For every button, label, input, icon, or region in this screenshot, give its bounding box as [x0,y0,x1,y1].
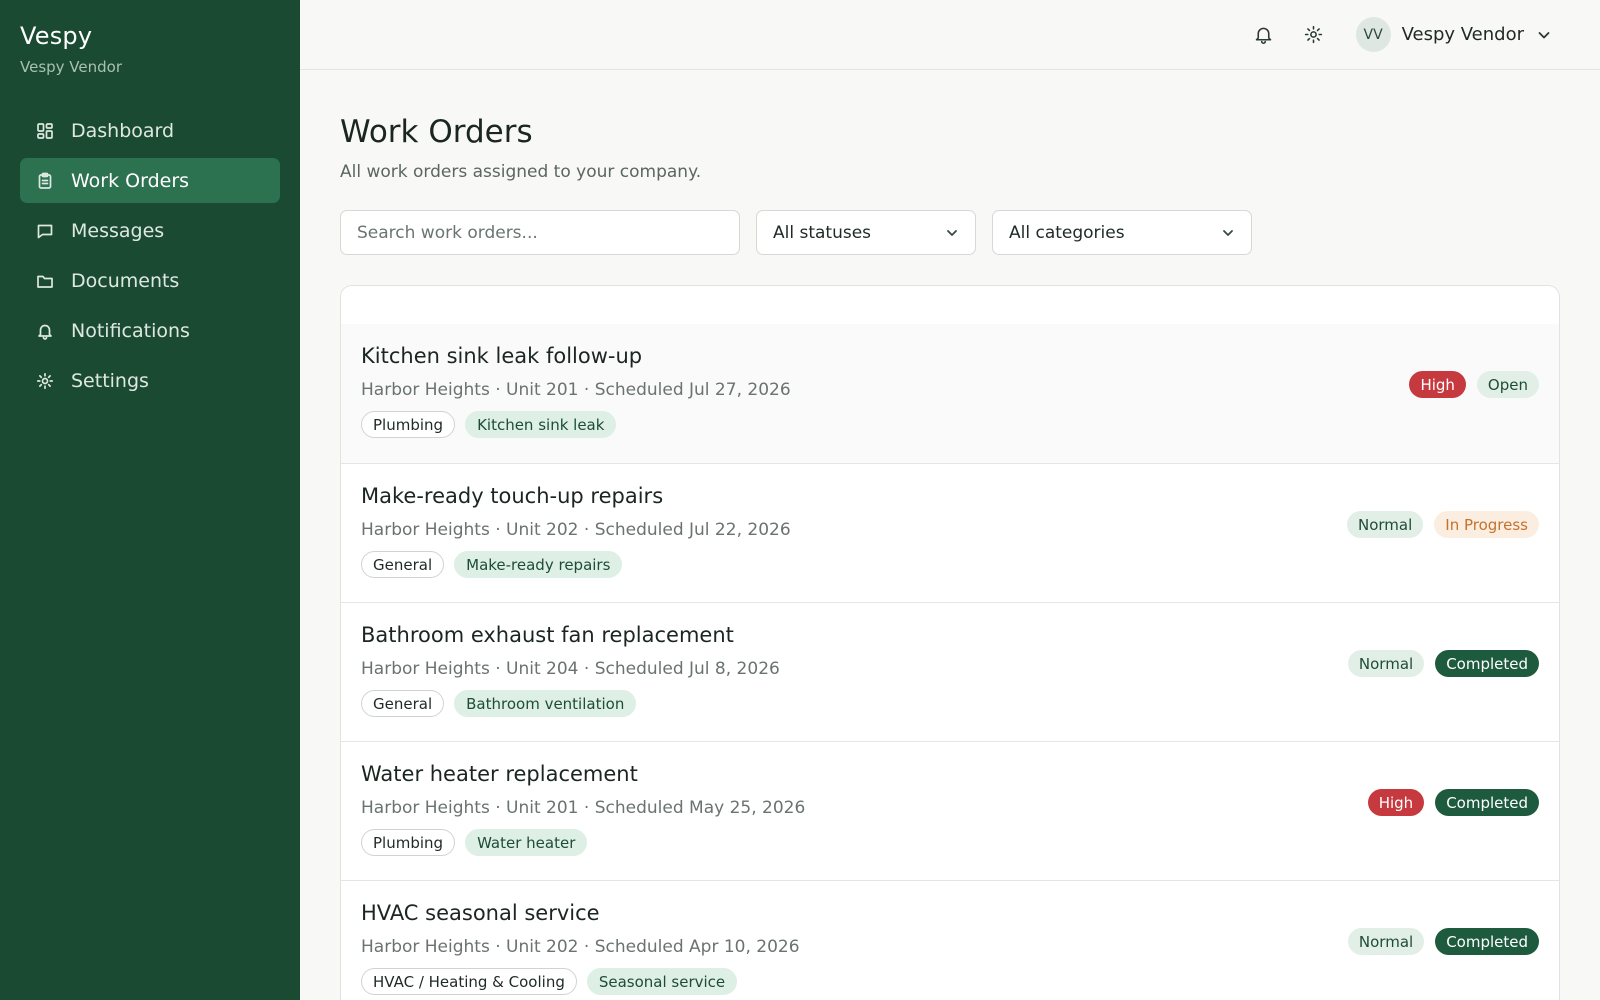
work-order-title: Bathroom exhaust fan replacement [361,623,734,647]
sidebar-item-label: Messages [71,219,165,242]
work-order-meta: Harbor Heights · Unit 204 · Scheduled Ju… [361,659,780,679]
sidebar-item-label: Notifications [71,319,190,342]
category-tag: Plumbing [361,829,456,856]
content: Work Orders All work orders assigned to … [300,70,1600,1000]
chevron-down-icon [947,229,957,236]
gear-icon[interactable] [1302,23,1326,47]
search-input[interactable] [340,210,740,255]
work-order-title: HVAC seasonal service [361,901,600,925]
issue-type-tag: Bathroom ventilation [454,690,637,717]
work-order-row[interactable]: Bathroom exhaust fan replacement Harbor … [341,602,1559,741]
issue-type-tag: Water heater [465,829,588,856]
work-order-meta: Harbor Heights · Unit 201 · Scheduled Ju… [361,380,791,400]
sidebar-nav: Dashboard Work Orders Messages Documents [20,108,280,403]
chevron-down-icon [1223,229,1233,236]
work-order-meta: Harbor Heights · Unit 202 · Scheduled Ap… [361,937,800,957]
page-title: Work Orders [340,114,533,150]
message-icon [36,222,54,240]
work-order-row[interactable]: Kitchen sink leak follow-up Harbor Heigh… [341,324,1559,463]
sidebar-item-documents[interactable]: Documents [20,258,280,303]
work-order-row[interactable]: Water heater replacement Harbor Heights … [341,741,1559,880]
sidebar-item-label: Work Orders [71,169,190,192]
issue-type-tag: Kitchen sink leak [465,411,617,438]
user-name: Vespy Vendor [1401,24,1524,45]
issue-type-tag: Seasonal service [586,968,738,995]
priority-badge: Normal [1347,650,1425,677]
sidebar-item-label: Documents [71,269,180,292]
folder-icon [36,272,54,290]
status-badge: Open [1476,371,1539,398]
gear-icon [36,372,54,390]
priority-badge: High [1367,789,1425,816]
category-tag: HVAC / Heating & Cooling [361,968,577,995]
dashboard-icon [36,122,54,140]
user-menu[interactable]: VV Vespy Vendor [1355,17,1552,52]
work-order-list: Kitchen sink leak follow-up Harbor Heigh… [340,285,1560,1000]
sidebar-item-work-orders[interactable]: Work Orders [20,158,280,203]
bell-icon [36,322,54,340]
filters-bar: All statuses All categories [340,210,1560,255]
issue-type-tag: Make-ready repairs [454,551,623,578]
sidebar-item-messages[interactable]: Messages [20,208,280,253]
work-order-title: Make-ready touch-up repairs [361,484,664,508]
status-badge: Completed [1435,650,1539,677]
work-order-row[interactable]: HVAC seasonal service Harbor Heights · U… [341,880,1559,1000]
work-order-row[interactable]: Make-ready touch-up repairs Harbor Heigh… [341,463,1559,602]
status-filter-select[interactable]: All statuses [756,210,976,255]
page-subtitle: All work orders assigned to your company… [340,162,702,182]
priority-badge: High [1409,371,1466,398]
sidebar-item-notifications[interactable]: Notifications [20,308,280,353]
work-order-meta: Harbor Heights · Unit 201 · Scheduled Ma… [361,798,806,818]
category-tag: Plumbing [361,411,456,438]
bell-icon[interactable] [1252,23,1276,47]
work-order-meta: Harbor Heights · Unit 202 · Scheduled Ju… [361,520,791,540]
brand-name: Vespy [20,22,93,50]
work-order-title: Kitchen sink leak follow-up [361,344,643,368]
brand-subtitle: Vespy Vendor [20,58,123,76]
status-filter-value: All statuses [773,222,872,243]
category-tag: General [361,690,445,717]
main-area: VV Vespy Vendor Work Orders All work ord… [300,0,1600,1000]
sidebar-item-settings[interactable]: Settings [20,358,280,403]
sidebar-item-label: Settings [71,369,149,392]
sidebar-item-label: Dashboard [71,119,175,142]
priority-badge: Normal [1347,511,1424,538]
chevron-down-icon [1536,27,1552,43]
list-header-spacer [341,286,1559,324]
work-order-title: Water heater replacement [361,762,638,786]
category-tag: General [361,551,445,578]
top-bar: VV Vespy Vendor [300,0,1600,70]
status-badge: In Progress [1434,511,1539,538]
sidebar-item-dashboard[interactable]: Dashboard [20,108,280,153]
clipboard-icon [36,172,54,190]
avatar: VV [1355,17,1391,52]
status-badge: Completed [1435,789,1539,816]
category-filter-select[interactable]: All categories [992,210,1252,255]
status-badge: Completed [1435,928,1539,955]
category-filter-value: All categories [1009,222,1125,243]
priority-badge: Normal [1347,928,1425,955]
sidebar: Vespy Vespy Vendor Dashboard Work Orders… [0,0,300,1000]
